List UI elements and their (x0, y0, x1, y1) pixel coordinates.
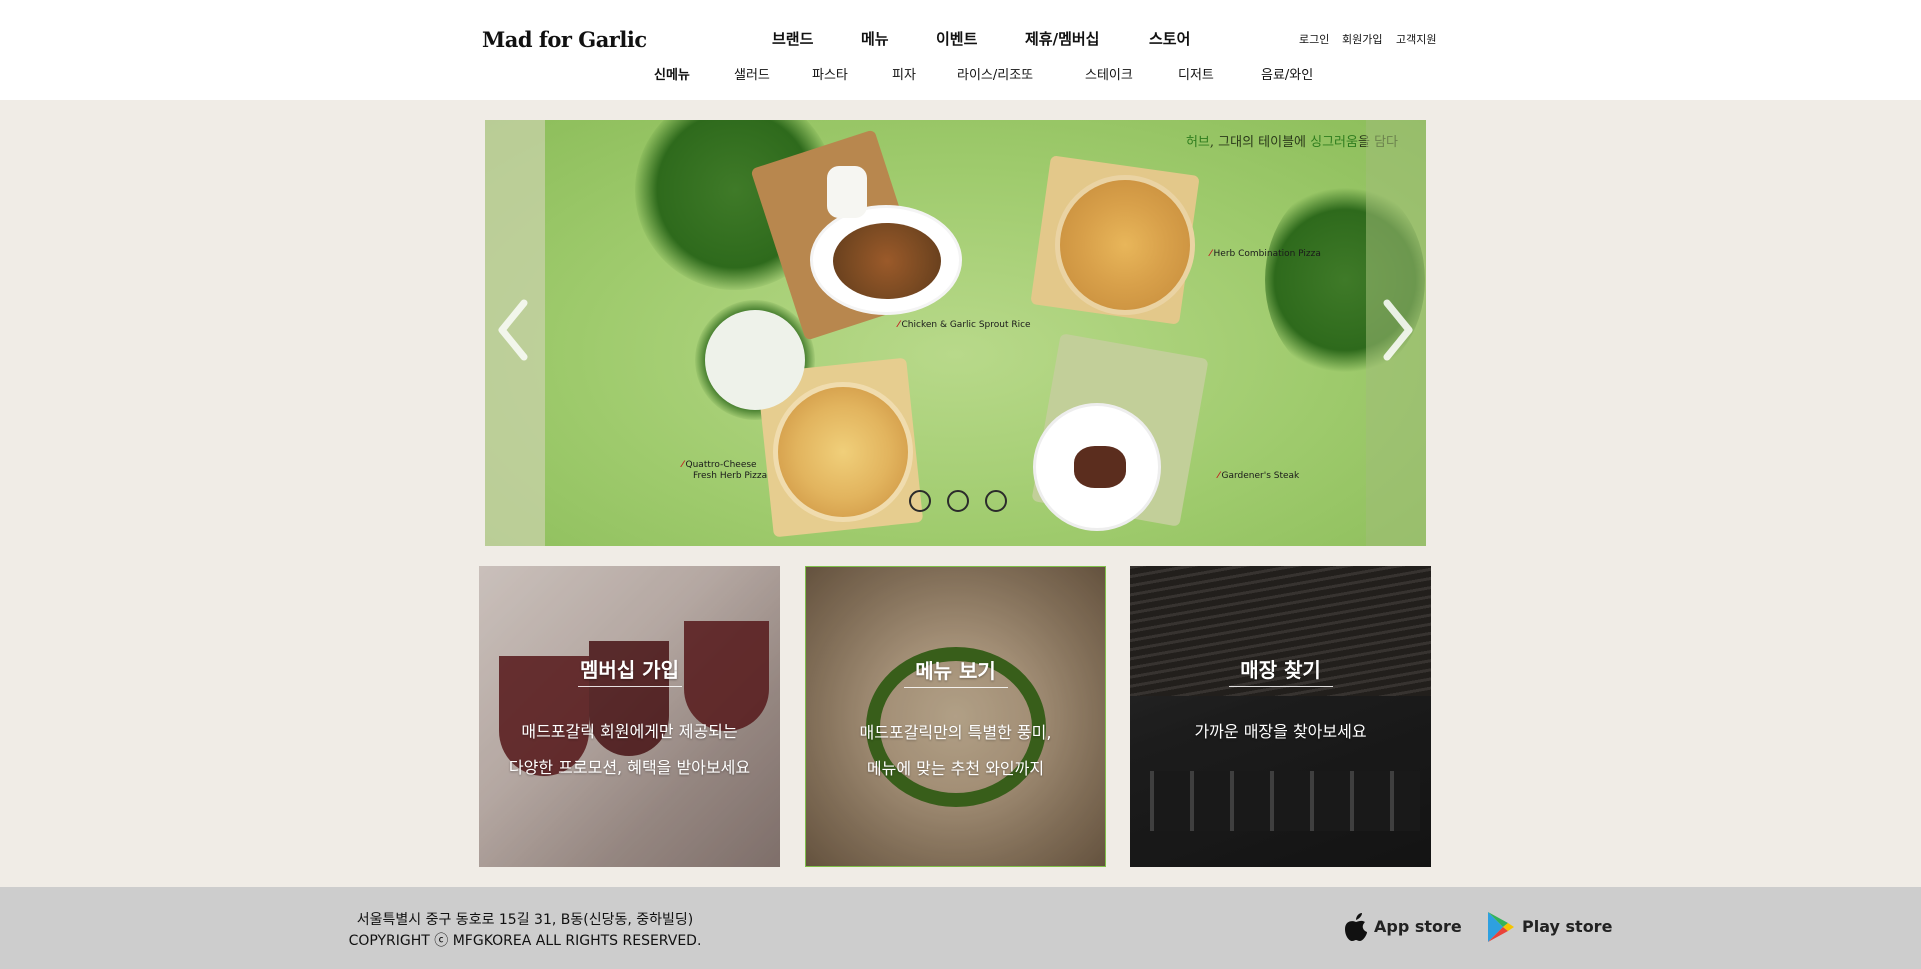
membership-card-title: 멤버십 가입 (580, 658, 679, 682)
apple-icon (1345, 913, 1367, 941)
slide-dot-2[interactable] (947, 490, 969, 512)
caption-herb-combination-pizza: Herb Combination Pizza (1210, 249, 1321, 260)
caption-quattro-cheese-line2: Fresh Herb Pizza (693, 471, 768, 481)
pitcher-image (827, 166, 867, 218)
signup-link[interactable]: 회원가입 (1342, 31, 1382, 47)
description-line-2: 메뉴에 맞는 추천 와인까지 (866, 759, 1045, 778)
login-link[interactable]: 로그인 (1299, 31, 1329, 47)
chevron-left-icon (498, 299, 528, 361)
site-footer: 서울특별시 중구 동호로 15길 31, B동(신당동, 중하빌딩) COPYR… (0, 887, 1921, 969)
menu-card[interactable]: 메뉴 보기 매드포갈릭만의 특별한 풍미, 메뉴에 맞는 추천 와인까지 (805, 566, 1106, 867)
main-navigation: 브랜드 메뉴 이벤트 제휴/멤버십 스토어 (0, 28, 1921, 50)
description-line-1: 매드포갈릭 회원에게만 제공되는 (521, 722, 738, 741)
subnav-pizza[interactable]: 피자 (892, 64, 916, 83)
description-line-2: 다양한 프로모션, 혜택을 받아보세요 (508, 758, 751, 777)
caption-gardeners-steak: Gardener's Steak (1218, 471, 1300, 482)
customer-support-link[interactable]: 고객지원 (1396, 31, 1436, 47)
subnav-rice-risotto[interactable]: 라이스/리조또 (957, 64, 1033, 83)
company-info: 서울특별시 중구 동호로 15길 31, B동(신당동, 중하빌딩) COPYR… (0, 910, 1050, 952)
nav-store[interactable]: 스토어 (1149, 28, 1190, 49)
nav-event[interactable]: 이벤트 (936, 28, 977, 49)
tagline-highlight-fresh: 싱그러움 (1310, 135, 1358, 150)
subnav-dessert[interactable]: 디저트 (1178, 64, 1214, 83)
hero-slider[interactable]: Chicken & Garlic Sprout Rice Herb Combin… (485, 120, 1426, 546)
slider-prev-button[interactable] (490, 295, 540, 365)
play-store-link[interactable]: Play store (1486, 910, 1612, 944)
caption-quattro-cheese-line1: Quattro-Cheese (682, 460, 757, 471)
quattro-pizza-image (773, 382, 913, 522)
google-play-icon (1488, 912, 1514, 942)
copyright-text: COPYRIGHT ⓒ MFGKOREA ALL RIGHTS RESERVED… (348, 933, 702, 949)
title-underline (903, 687, 1008, 688)
nav-brand[interactable]: 브랜드 (772, 28, 813, 49)
caption-garlic-sprout-rice: Chicken & Garlic Sprout Rice (898, 320, 1031, 331)
tagline-highlight-herb: 허브 (1185, 135, 1210, 150)
rice-dish-image (810, 205, 962, 315)
app-store-link[interactable]: App store (1343, 910, 1462, 944)
store-finder-card-title: 매장 찾기 (1240, 658, 1321, 682)
description-line-1: 가까운 매장을 찾아보세요 (1194, 722, 1367, 741)
herb-pizza-image (1055, 175, 1195, 315)
title-underline (577, 686, 682, 687)
subnav-salad[interactable]: 샐러드 (734, 64, 770, 83)
menu-card-title: 메뉴 보기 (915, 659, 996, 683)
slider-next-button[interactable] (1371, 295, 1421, 365)
slider-pagination (909, 490, 1009, 514)
nav-menu[interactable]: 메뉴 (861, 28, 889, 49)
subnav-pasta[interactable]: 파스타 (812, 64, 848, 83)
subnav-drinks-wine[interactable]: 음료/와인 (1261, 64, 1313, 83)
company-address: 서울특별시 중구 동호로 15길 31, B동(신당동, 중하빌딩) (356, 912, 694, 928)
subnav-steak[interactable]: 스테이크 (1085, 64, 1133, 83)
dip-plate-image (705, 310, 805, 410)
site-header: Mad for Garlic 브랜드 메뉴 이벤트 제휴/멤버십 스토어 로그인… (0, 0, 1921, 100)
subnav-new-menu[interactable]: 신메뉴 (654, 64, 690, 83)
steak-dish-image (1033, 403, 1161, 531)
store-finder-card[interactable]: 매장 찾기 가까운 매장을 찾아보세요 (1130, 566, 1431, 867)
slide-dot-3[interactable] (985, 490, 1007, 512)
membership-card[interactable]: 멤버십 가입 매드포갈릭 회원에게만 제공되는 다양한 프로모션, 혜택을 받아… (479, 566, 780, 867)
store-finder-card-description: 가까운 매장을 찾아보세요 (1130, 714, 1431, 750)
chevron-right-icon (1383, 299, 1413, 361)
app-store-label: App store (1374, 917, 1462, 936)
tagline-text: , 그대의 테이블에 (1209, 135, 1311, 150)
title-underline (1228, 686, 1333, 687)
description-line-1: 매드포갈릭만의 특별한 풍미, (859, 723, 1052, 742)
slide-dot-1[interactable] (909, 490, 931, 512)
menu-card-description: 매드포갈릭만의 특별한 풍미, 메뉴에 맞는 추천 와인까지 (806, 715, 1105, 787)
nav-partnership-membership[interactable]: 제휴/멤버십 (1025, 28, 1099, 49)
membership-card-description: 매드포갈릭 회원에게만 제공되는 다양한 프로모션, 혜택을 받아보세요 (479, 714, 780, 786)
play-store-label: Play store (1522, 917, 1613, 936)
